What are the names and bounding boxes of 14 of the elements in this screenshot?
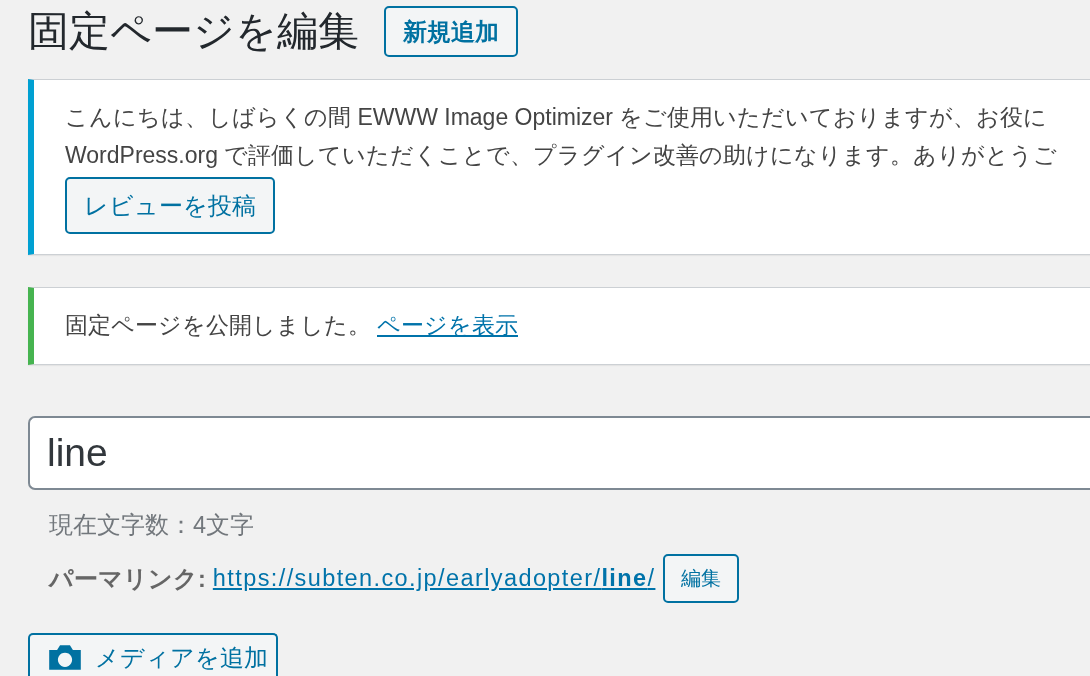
notice-text: 固定ページを公開しました。 (65, 311, 371, 341)
notice-action-button[interactable]: レビューを投稿 (65, 177, 275, 235)
edit-permalink-button[interactable]: 編集 (663, 554, 740, 604)
permalink-label: パーマリンク: (49, 564, 206, 594)
title-field[interactable]: line (28, 416, 1090, 491)
add-new-button[interactable]: 新規追加 (384, 6, 518, 58)
permalink-link[interactable]: https://subten.co.jp/earlyadopter/line/ (212, 565, 656, 593)
add-media-button[interactable]: メディアを追加 (28, 633, 278, 676)
notice-text: こんにちは、しばらくの間 EWWW Image Optimizer をご使用いただいておりますが、お役に (65, 103, 1048, 133)
page-title: 固定ページを編集 (28, 7, 359, 56)
view-page-link[interactable]: ページを表示 (377, 306, 518, 345)
notice-text: WordPress.org で評価していただくことで、プラグイン改善の助けになります。ありがとうご (65, 141, 1058, 171)
character-count: 現在文字数：4文字 (49, 511, 255, 541)
camera-icon (49, 643, 81, 673)
